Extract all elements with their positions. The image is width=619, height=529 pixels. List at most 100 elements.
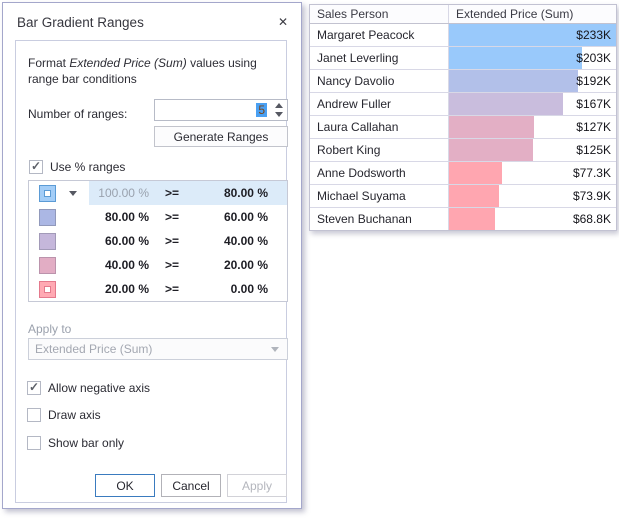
range-editor[interactable]: 100.00 % >= 80.00 % [89, 181, 287, 205]
range-from-value: 100.00 % [89, 186, 149, 200]
table-row: Robert King $125K [310, 139, 616, 162]
value-cell: $68.8K [449, 208, 616, 230]
spinner-down-icon[interactable] [275, 112, 283, 117]
chevron-down-icon[interactable] [69, 191, 77, 196]
range-color-swatch[interactable] [39, 233, 56, 250]
range-operator: >= [149, 282, 195, 296]
value-cell: $125K [449, 139, 616, 161]
range-from-value: 40.00 % [89, 258, 149, 272]
range-operator: >= [149, 234, 195, 248]
description-text: Format Extended Price (Sum) values using… [28, 55, 282, 87]
close-icon[interactable]: ✕ [276, 14, 290, 30]
range-row-arrow-slot [56, 191, 89, 196]
value-text: $125K [576, 139, 611, 161]
data-bar [449, 70, 578, 92]
range-row[interactable]: 80.00 % >= 60.00 % [29, 205, 287, 229]
range-to-value: 20.00 % [195, 258, 268, 272]
generate-ranges-button[interactable]: Generate Ranges [154, 126, 288, 147]
color-well-icon [44, 286, 51, 293]
bar-gradient-ranges-dialog: Bar Gradient Ranges ✕ Format Extended Pr… [2, 2, 302, 509]
sales-person-cell: Janet Leverling [310, 47, 449, 69]
range-editor[interactable]: 60.00 % >= 40.00 % [89, 229, 287, 253]
apply-to-label: Apply to [28, 322, 71, 336]
allow-negative-axis-label: Allow negative axis [48, 381, 150, 395]
dialog-title: Bar Gradient Ranges [17, 15, 144, 30]
range-color-swatch[interactable] [39, 257, 56, 274]
chevron-down-icon [271, 347, 279, 352]
column-header-sales-person[interactable]: Sales Person [310, 5, 449, 23]
value-text: $167K [576, 93, 611, 115]
data-bar [449, 185, 499, 207]
data-bar [449, 47, 582, 69]
number-of-ranges-spinner[interactable]: 5 [154, 99, 288, 121]
sales-table: Sales Person Extended Price (Sum) Margar… [309, 4, 617, 231]
range-row[interactable]: 100.00 % >= 80.00 % [29, 181, 287, 205]
desktop: Bar Gradient Ranges ✕ Format Extended Pr… [0, 0, 619, 529]
data-bar [449, 139, 533, 161]
draw-axis-row[interactable]: Draw axis [27, 408, 101, 422]
table-row: Margaret Peacock $233K [310, 24, 616, 47]
use-percent-ranges-checkbox[interactable] [29, 160, 43, 174]
sales-person-cell: Nancy Davolio [310, 70, 449, 92]
color-well-icon [44, 190, 51, 197]
value-cell: $73.9K [449, 185, 616, 207]
allow-negative-axis-checkbox[interactable] [27, 381, 41, 395]
table-row: Nancy Davolio $192K [310, 70, 616, 93]
range-editor[interactable]: 20.00 % >= 0.00 % [89, 277, 287, 301]
description-prefix: Format [28, 56, 69, 70]
sales-person-cell: Steven Buchanan [310, 208, 449, 230]
table-row: Michael Suyama $73.9K [310, 185, 616, 208]
spinner-buttons [270, 100, 287, 120]
sales-person-cell: Margaret Peacock [310, 24, 449, 46]
range-to-value: 0.00 % [195, 282, 268, 296]
value-cell: $233K [449, 24, 616, 46]
allow-negative-axis-row[interactable]: Allow negative axis [27, 381, 150, 395]
show-bar-only-checkbox[interactable] [27, 436, 41, 450]
range-color-swatch[interactable] [39, 209, 56, 226]
value-text: $73.9K [573, 185, 611, 207]
apply-to-combobox: Extended Price (Sum) [28, 338, 288, 360]
apply-button: Apply [227, 474, 287, 497]
data-bar [449, 162, 502, 184]
data-bar [449, 116, 534, 138]
range-list: 100.00 % >= 80.00 % 80.00 % >= 60.00 % [28, 180, 288, 302]
range-editor[interactable]: 80.00 % >= 60.00 % [89, 205, 287, 229]
column-header-extended-price[interactable]: Extended Price (Sum) [449, 5, 616, 23]
range-from-value: 20.00 % [89, 282, 149, 296]
range-to-value: 80.00 % [195, 186, 268, 200]
range-from-value: 80.00 % [89, 210, 149, 224]
range-color-swatch[interactable] [39, 185, 56, 202]
table-header: Sales Person Extended Price (Sum) [310, 5, 616, 24]
value-text: $233K [576, 24, 611, 46]
value-text: $127K [576, 116, 611, 138]
range-row[interactable]: 60.00 % >= 40.00 % [29, 229, 287, 253]
sales-person-cell: Anne Dodsworth [310, 162, 449, 184]
spinner-value: 5 [155, 103, 270, 117]
sales-person-cell: Andrew Fuller [310, 93, 449, 115]
show-bar-only-row[interactable]: Show bar only [27, 436, 124, 450]
table-row: Steven Buchanan $68.8K [310, 208, 616, 230]
sales-person-cell: Michael Suyama [310, 185, 449, 207]
spinner-up-icon[interactable] [275, 103, 283, 108]
number-of-ranges-label: Number of ranges: [28, 107, 127, 121]
dialog-titlebar: Bar Gradient Ranges ✕ [17, 11, 290, 33]
value-text: $77.3K [573, 162, 611, 184]
draw-axis-label: Draw axis [48, 408, 101, 422]
range-from-value: 60.00 % [89, 234, 149, 248]
range-operator: >= [149, 186, 195, 200]
value-text: $192K [576, 70, 611, 92]
range-editor[interactable]: 40.00 % >= 20.00 % [89, 253, 287, 277]
range-row[interactable]: 20.00 % >= 0.00 % [29, 277, 287, 301]
cancel-button[interactable]: Cancel [161, 474, 221, 497]
draw-axis-checkbox[interactable] [27, 408, 41, 422]
apply-to-value: Extended Price (Sum) [29, 342, 271, 356]
ok-button[interactable]: OK [95, 474, 155, 497]
value-text: $68.8K [573, 208, 611, 230]
range-row[interactable]: 40.00 % >= 20.00 % [29, 253, 287, 277]
value-cell: $77.3K [449, 162, 616, 184]
dialog-button-row: OK Cancel Apply [95, 474, 287, 497]
range-to-value: 60.00 % [195, 210, 268, 224]
data-bar [449, 208, 495, 230]
range-color-swatch[interactable] [39, 281, 56, 298]
use-percent-ranges-row[interactable]: Use % ranges [29, 160, 125, 174]
